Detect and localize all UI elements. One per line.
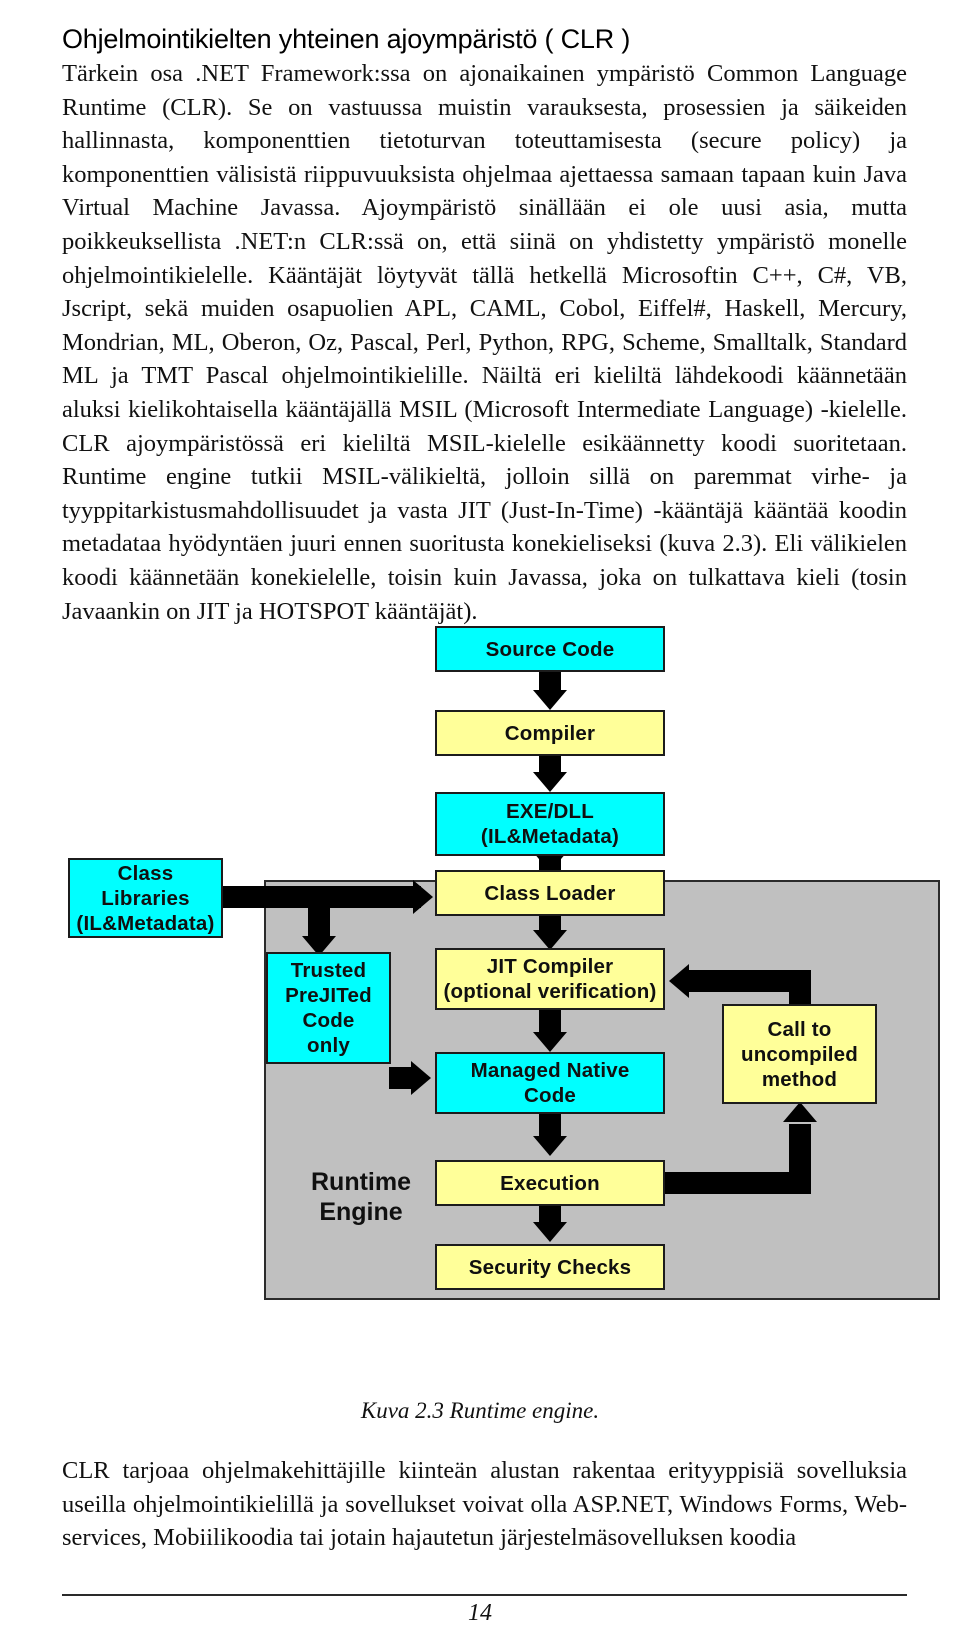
arrow-head-right-icon (413, 880, 433, 914)
closing-paragraph: CLR tarjoaa ohjelmakehittäjille kiinteän… (62, 1457, 907, 1552)
diagram-node-call-to-uncompiled-method: Call to uncompiled method (722, 1004, 877, 1104)
footer-divider (62, 1594, 907, 1596)
arrow-head-down-icon (533, 1136, 567, 1156)
runtime-engine-label: Runtime Engine (311, 1168, 411, 1226)
page-number: 14 (468, 1600, 492, 1626)
diagram-node-compiler: Compiler (435, 710, 665, 756)
diagram-node-exe-dll: EXE/DLL (IL&Metadata) (435, 792, 665, 856)
page-title: Ohjelmointikielten yhteinen ajoympäristö… (62, 24, 631, 55)
arrow-head-left-icon (669, 964, 689, 998)
document-page: Ohjelmointikielten yhteinen ajoympäristö… (0, 0, 960, 1641)
diagram-node-source-code: Source Code (435, 626, 665, 672)
arrow-head-up-icon (783, 1102, 817, 1122)
arrow-head-down-icon (533, 1032, 567, 1052)
arrow-shaft-horizontal (689, 970, 811, 992)
figure-caption: Kuva 2.3 Runtime engine. (360, 1398, 600, 1423)
diagram-node-security-checks: Security Checks (435, 1244, 665, 1290)
intro-paragraph: Tärkein osa .NET Framework:ssa on ajonai… (62, 60, 907, 625)
arrow-shaft-vertical (789, 1124, 811, 1194)
arrow-head-right-icon (411, 1061, 431, 1095)
diagram-node-managed-native-code: Managed Native Code (435, 1052, 665, 1114)
diagram-node-class-loader: Class Loader (435, 870, 665, 916)
arrow-head-down-icon (533, 1222, 567, 1242)
diagram-node-execution: Execution (435, 1160, 665, 1206)
diagram-node-class-libraries: Class Libraries (IL&Metadata) (68, 858, 223, 938)
diagram-node-jit-compiler: JIT Compiler (optional verification) (435, 948, 665, 1010)
diagram-node-trusted-prejited-code-only: Trusted PreJITed Code only (266, 952, 391, 1064)
figure-canvas: Runtime Engine Source Code Compiler EXE/… (0, 612, 960, 1312)
figure-runtime-engine: Runtime Engine Source Code Compiler EXE/… (0, 612, 960, 1423)
arrow-shaft (539, 672, 561, 692)
arrow-head-down-icon (533, 930, 567, 950)
arrow-head-down-icon (533, 772, 567, 792)
arrow-head-down-icon (533, 690, 567, 710)
